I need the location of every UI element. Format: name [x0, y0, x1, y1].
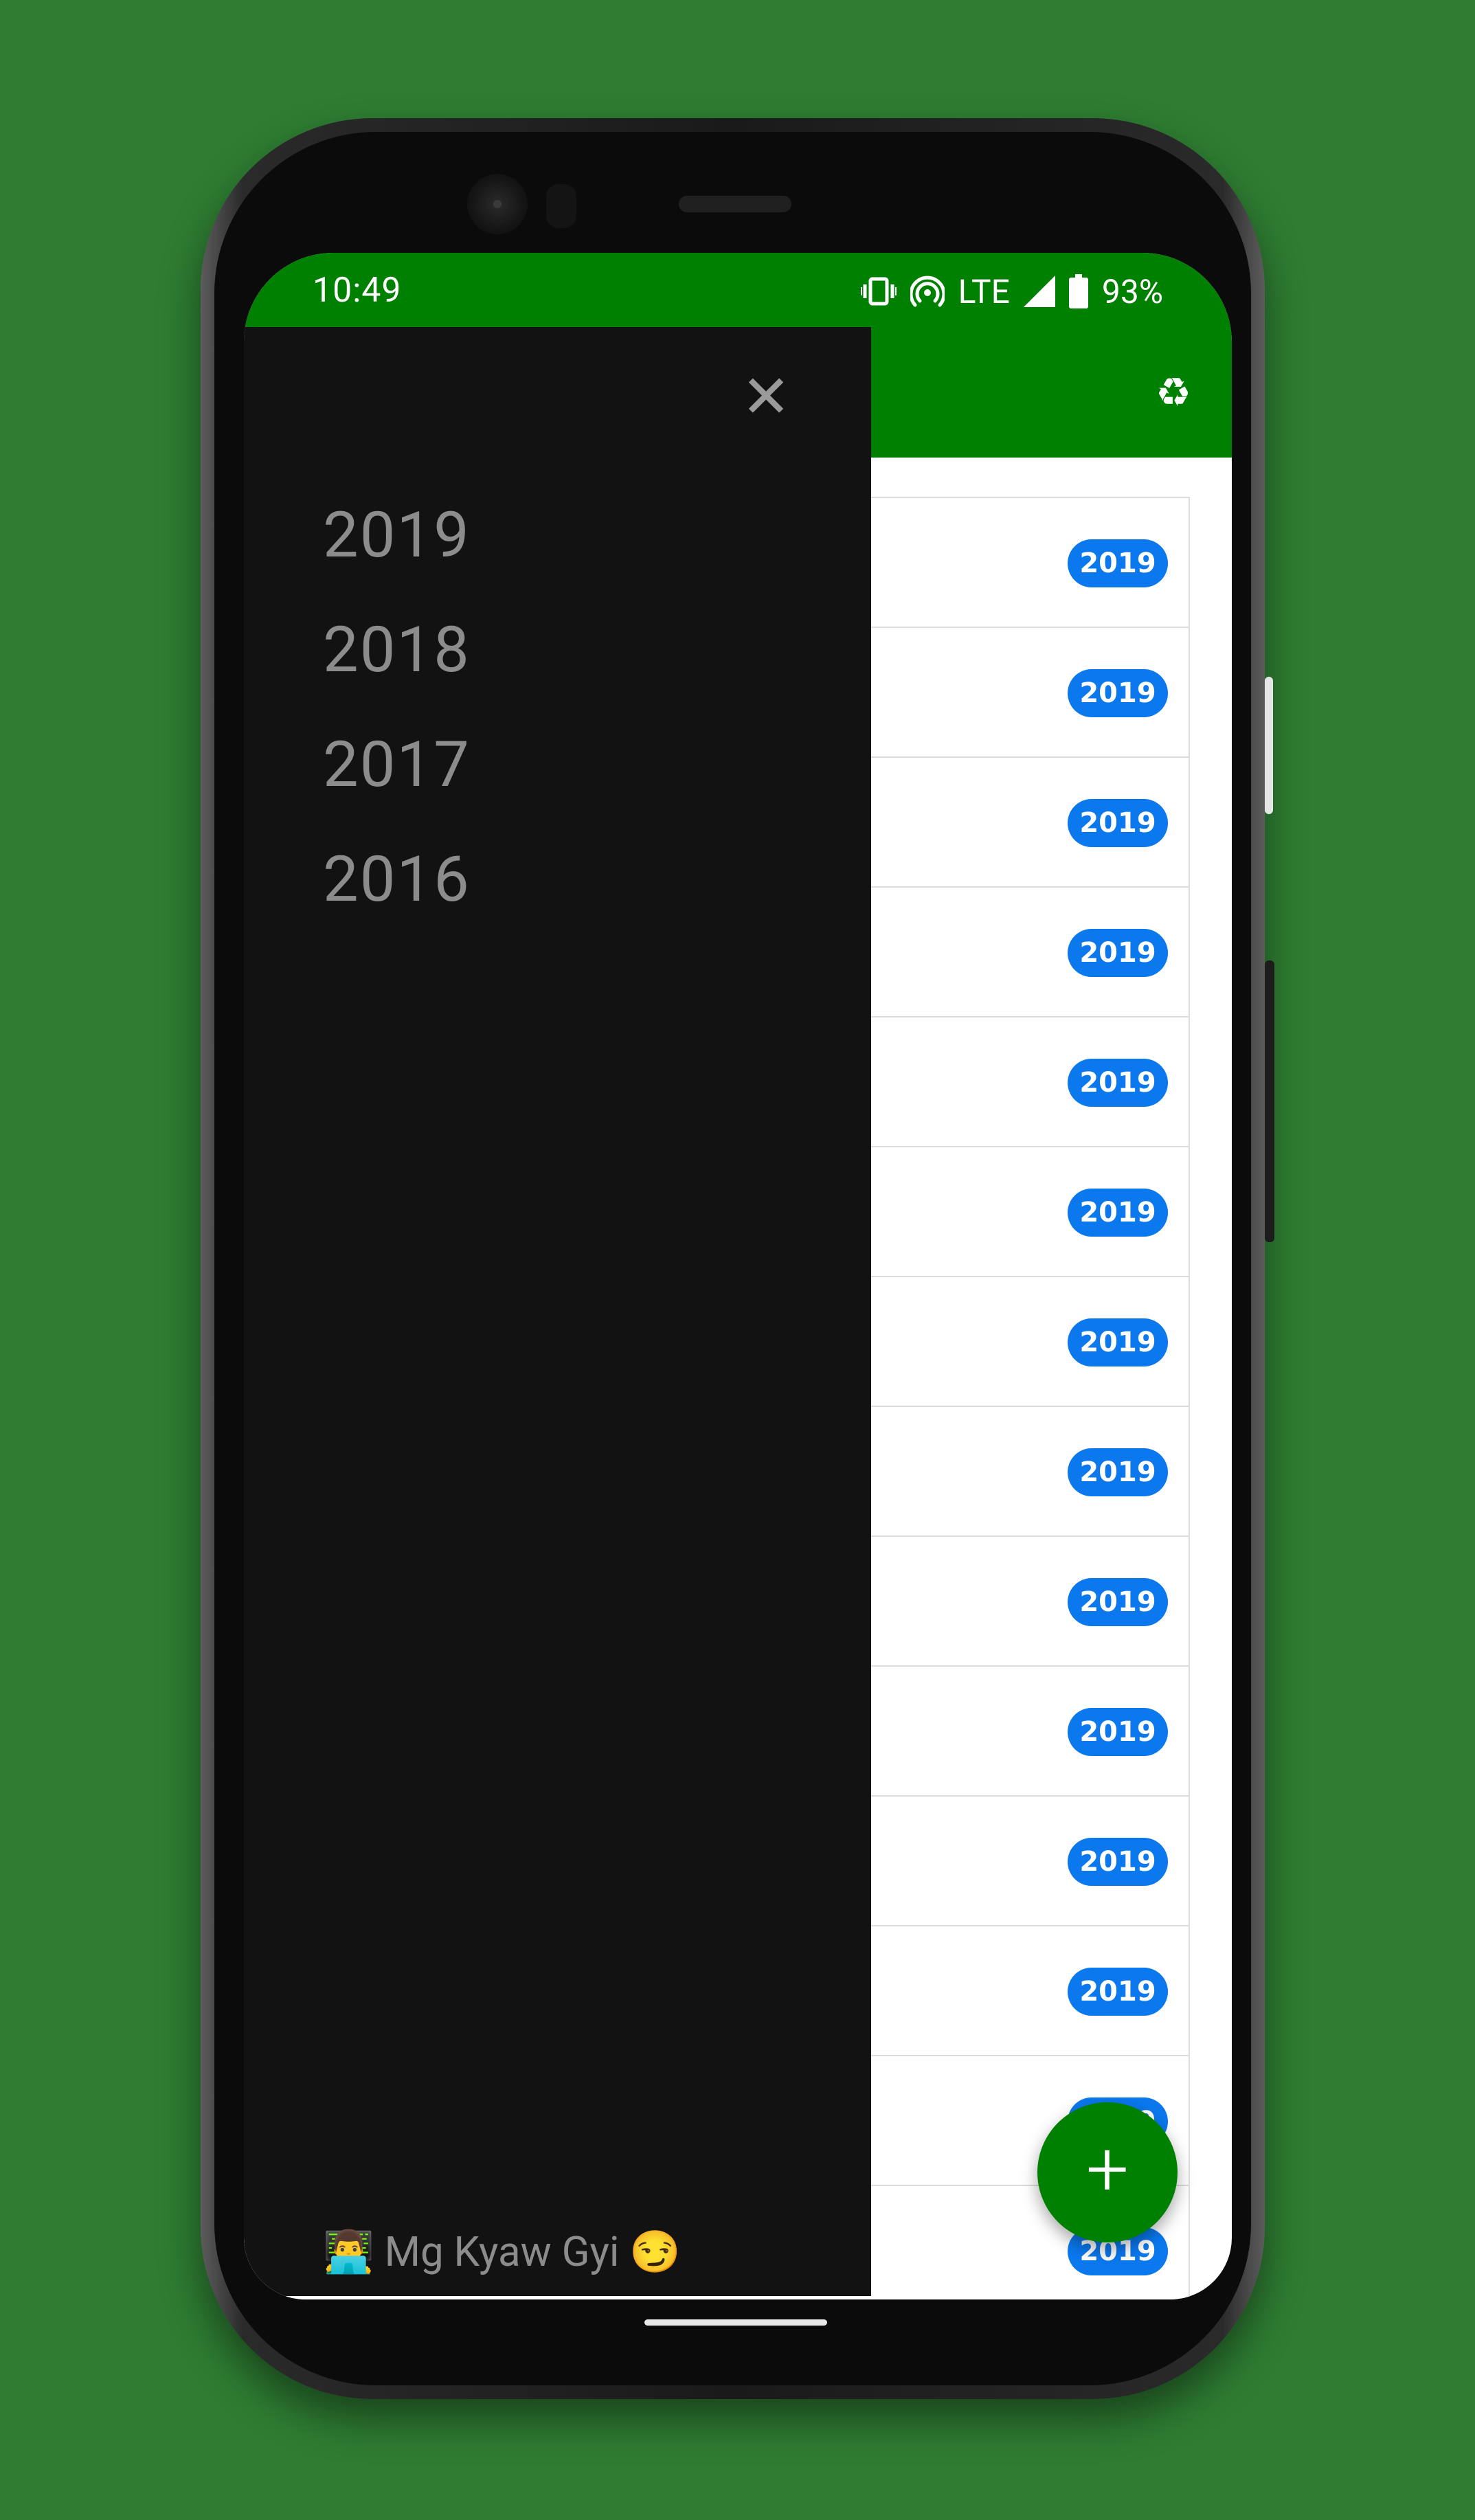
camera-icon [467, 174, 528, 234]
year-badge: 2019 [1068, 1448, 1168, 1496]
navigation-drawer: ✕ 2019 2018 2017 2016 👨‍💻 Mg Kyaw Gyi 😏 [244, 327, 871, 2296]
power-button [1265, 677, 1273, 814]
year-badge: 2019 [1068, 1708, 1168, 1756]
year-badge: 2019 [1068, 1578, 1168, 1626]
year-badge: 2019 [1068, 1968, 1168, 2016]
year-badge: 2019 [1068, 799, 1168, 847]
sensor [546, 184, 576, 228]
signal-icon [1023, 275, 1055, 307]
status-icons: LTE 93% [860, 271, 1163, 312]
drawer-year-list: 2019 2018 2017 2016 [323, 499, 471, 958]
screen: 10:49 LTE 93% ♻ 2019 2019 2019 2019 2019… [244, 253, 1232, 2299]
add-button[interactable]: + [1037, 2102, 1178, 2242]
year-badge: 2019 [1068, 1189, 1168, 1237]
vibrate-icon [860, 276, 897, 306]
year-badge: 2019 [1068, 539, 1168, 587]
hotspot-icon [910, 275, 945, 308]
year-badge: 2019 [1068, 929, 1168, 977]
close-icon[interactable]: ✕ [737, 368, 795, 427]
drawer-item-2017[interactable]: 2017 [323, 728, 471, 843]
volume-button [1265, 960, 1274, 1242]
drawer-item-2018[interactable]: 2018 [323, 614, 471, 728]
network-type: LTE [958, 271, 1010, 311]
status-time: 10:49 [313, 271, 402, 311]
year-badge: 2019 [1068, 1318, 1168, 1366]
year-badge: 2019 [1068, 669, 1168, 717]
battery-percent: 93% [1101, 271, 1163, 311]
year-badge: 2019 [1068, 1059, 1168, 1107]
drawer-item-2019[interactable]: 2019 [323, 499, 471, 614]
status-bar: 10:49 LTE 93% [244, 253, 1232, 327]
navigation-bar [244, 2296, 1232, 2299]
drawer-item-2016[interactable]: 2016 [323, 843, 471, 958]
recycle-icon[interactable]: ♻ [1153, 372, 1194, 414]
battery-icon [1068, 274, 1088, 308]
earpiece-speaker [679, 196, 791, 212]
drawer-footer: 👨‍💻 Mg Kyaw Gyi 😏 [323, 2227, 682, 2276]
year-badge: 2019 [1068, 1838, 1168, 1886]
home-indicator[interactable] [644, 2319, 827, 2326]
